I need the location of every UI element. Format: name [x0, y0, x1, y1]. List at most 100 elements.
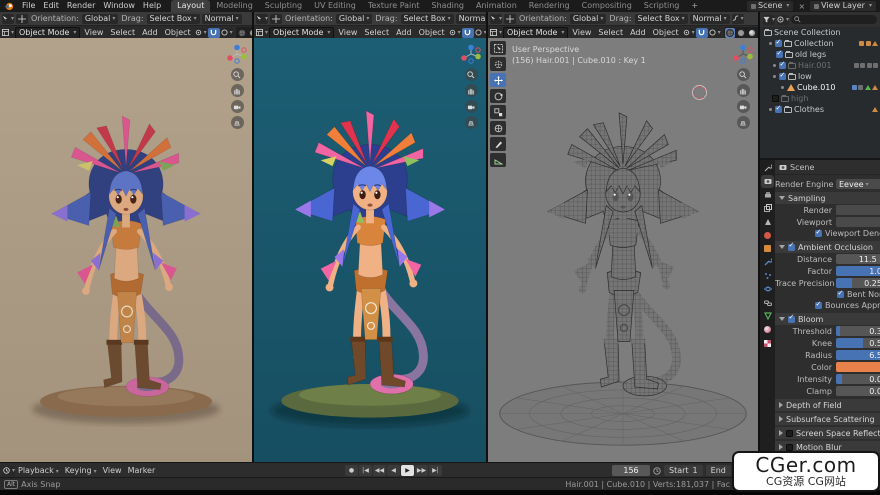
object-menu[interactable]: Object: [416, 28, 448, 37]
clothes-restriction-icons[interactable]: [872, 107, 878, 112]
snap-magnet-icon[interactable]: [208, 28, 220, 38]
shading-solid-icon[interactable]: [736, 28, 746, 38]
tab-particles-icon[interactable]: [763, 271, 772, 280]
mode-dropdown[interactable]: Object Mode: [269, 27, 334, 39]
outliner-row-high[interactable]: high: [760, 93, 880, 104]
view-menu[interactable]: View: [569, 28, 594, 37]
clothes-checkbox[interactable]: [775, 106, 782, 113]
tab-render-icon[interactable]: [763, 177, 772, 186]
vp3-canvas[interactable]: User Perspective (156) Hair.001 | Cube.0…: [488, 38, 758, 462]
section-sampling[interactable]: Sampling: [775, 192, 880, 204]
tab-physics-icon[interactable]: [763, 285, 772, 294]
start-frame-field[interactable]: Start1: [664, 465, 703, 476]
tab-object-icon[interactable]: [763, 244, 772, 253]
pivot-point-icon[interactable]: [683, 28, 695, 38]
orientation-dropdown[interactable]: Global: [336, 14, 373, 24]
shading-wireframe-icon[interactable]: [725, 28, 735, 38]
disclosure-dot-icon[interactable]: [769, 42, 772, 45]
outliner-row-cube010[interactable]: Cube.010: [760, 82, 880, 93]
add-menu[interactable]: Add: [393, 28, 415, 37]
tab-modeling[interactable]: Modeling: [210, 0, 258, 12]
orientation-dropdown[interactable]: Global: [82, 14, 119, 24]
tab-world-icon[interactable]: [763, 231, 772, 240]
outliner-row-hair001[interactable]: Hair.001: [760, 60, 880, 71]
end-frame-field[interactable]: End: [706, 465, 731, 476]
tab-modifiers-icon[interactable]: [763, 258, 772, 267]
bloom-color-swatch[interactable]: [836, 362, 880, 372]
add-workspace-button[interactable]: +: [685, 0, 704, 12]
vp1-canvas[interactable]: [0, 38, 252, 462]
keying-menu[interactable]: Keying: [62, 466, 100, 475]
timeline-view-menu[interactable]: View: [100, 466, 125, 475]
ao-factor-slider[interactable]: 1.00: [836, 266, 880, 276]
perspective-toggle-icon[interactable]: [465, 116, 478, 129]
ao-trace-precision-slider[interactable]: 0.250: [836, 278, 880, 288]
outliner-row-scene-collection[interactable]: Scene Collection: [760, 27, 880, 38]
add-menu[interactable]: Add: [139, 28, 161, 37]
tab-scripting[interactable]: Scripting: [638, 0, 686, 12]
drag-dropdown[interactable]: Select Box: [147, 14, 200, 24]
sampling-viewport-field[interactable]: [836, 217, 880, 227]
vp2-canvas[interactable]: [254, 38, 486, 462]
move-gizmo-icon[interactable]: [16, 14, 28, 24]
menu-window[interactable]: Window: [99, 0, 139, 12]
outliner-search-input[interactable]: [791, 15, 877, 24]
ssr-checkbox[interactable]: [786, 430, 793, 437]
pivot-point-icon[interactable]: [449, 28, 461, 38]
active-tool-icon[interactable]: [256, 14, 268, 24]
cube010-data-icons[interactable]: [852, 85, 879, 90]
select-menu[interactable]: Select: [595, 28, 626, 37]
view-layer-selector[interactable]: View Layer: [810, 1, 876, 11]
play-icon[interactable]: ▶: [401, 465, 414, 476]
outliner-row-collection[interactable]: Collection: [760, 38, 880, 49]
select-box-tool-icon[interactable]: [490, 41, 506, 55]
tab-texture-icon[interactable]: [763, 339, 772, 348]
disclosure-dot-icon[interactable]: [769, 108, 772, 111]
scale-tool-icon[interactable]: [490, 105, 506, 119]
mode-dropdown[interactable]: Object Mode: [15, 27, 80, 39]
bloom-radius-slider[interactable]: 6.50: [836, 350, 880, 360]
perspective-toggle-icon[interactable]: [737, 116, 750, 129]
editor-type-icon[interactable]: [2, 28, 14, 38]
tab-animation[interactable]: Animation: [470, 0, 523, 12]
bloom-threshold-slider[interactable]: 0.35: [836, 326, 880, 336]
axis-gizmo[interactable]: [732, 43, 754, 65]
tab-view-layer-icon[interactable]: [763, 204, 772, 213]
object-menu[interactable]: Object: [650, 28, 682, 37]
auto-key-record-icon[interactable]: ●: [345, 465, 358, 476]
marker-menu[interactable]: Marker: [125, 466, 159, 475]
outliner-row-low[interactable]: low: [760, 71, 880, 82]
ao-distance-field[interactable]: 11.5 m: [836, 254, 880, 264]
sampling-render-field[interactable]: [836, 205, 880, 215]
move-gizmo-icon[interactable]: [270, 14, 282, 24]
character-material-preview[interactable]: [14, 38, 239, 458]
camera-view-icon[interactable]: [737, 100, 750, 113]
bent-normals-checkbox[interactable]: [837, 291, 844, 298]
3d-cursor-icon[interactable]: [693, 86, 706, 99]
snap-with-dropdown[interactable]: Normal: [690, 14, 730, 24]
move-tool-icon[interactable]: [490, 73, 506, 87]
transform-tool-icon[interactable]: [490, 121, 506, 135]
menu-render[interactable]: Render: [63, 0, 99, 12]
tab-output-icon[interactable]: [763, 190, 772, 199]
zoom-icon[interactable]: [231, 68, 244, 81]
menu-help[interactable]: Help: [139, 0, 165, 12]
snap-magnet-icon[interactable]: [696, 28, 708, 38]
playback-menu[interactable]: Playback: [15, 466, 62, 475]
scene-selector[interactable]: Scene: [747, 1, 793, 11]
tab-texture-paint[interactable]: Texture Paint: [362, 0, 426, 12]
view-menu[interactable]: View: [335, 28, 360, 37]
view-menu[interactable]: View: [81, 28, 106, 37]
hair001-checkbox[interactable]: [779, 62, 786, 69]
disclosure-dot-icon[interactable]: [781, 86, 784, 89]
snap-magnet-icon[interactable]: [462, 28, 474, 38]
zoom-icon[interactable]: [465, 68, 478, 81]
character-rendered[interactable]: [256, 38, 484, 458]
select-menu[interactable]: Select: [361, 28, 392, 37]
disclosure-dot-icon[interactable]: [773, 75, 776, 78]
tab-shading[interactable]: Shading: [425, 0, 470, 12]
active-tool-icon[interactable]: [490, 14, 502, 24]
select-menu[interactable]: Select: [107, 28, 138, 37]
section-depth-of-field[interactable]: Depth of Field: [775, 399, 880, 411]
render-engine-dropdown[interactable]: Eevee: [836, 179, 880, 189]
